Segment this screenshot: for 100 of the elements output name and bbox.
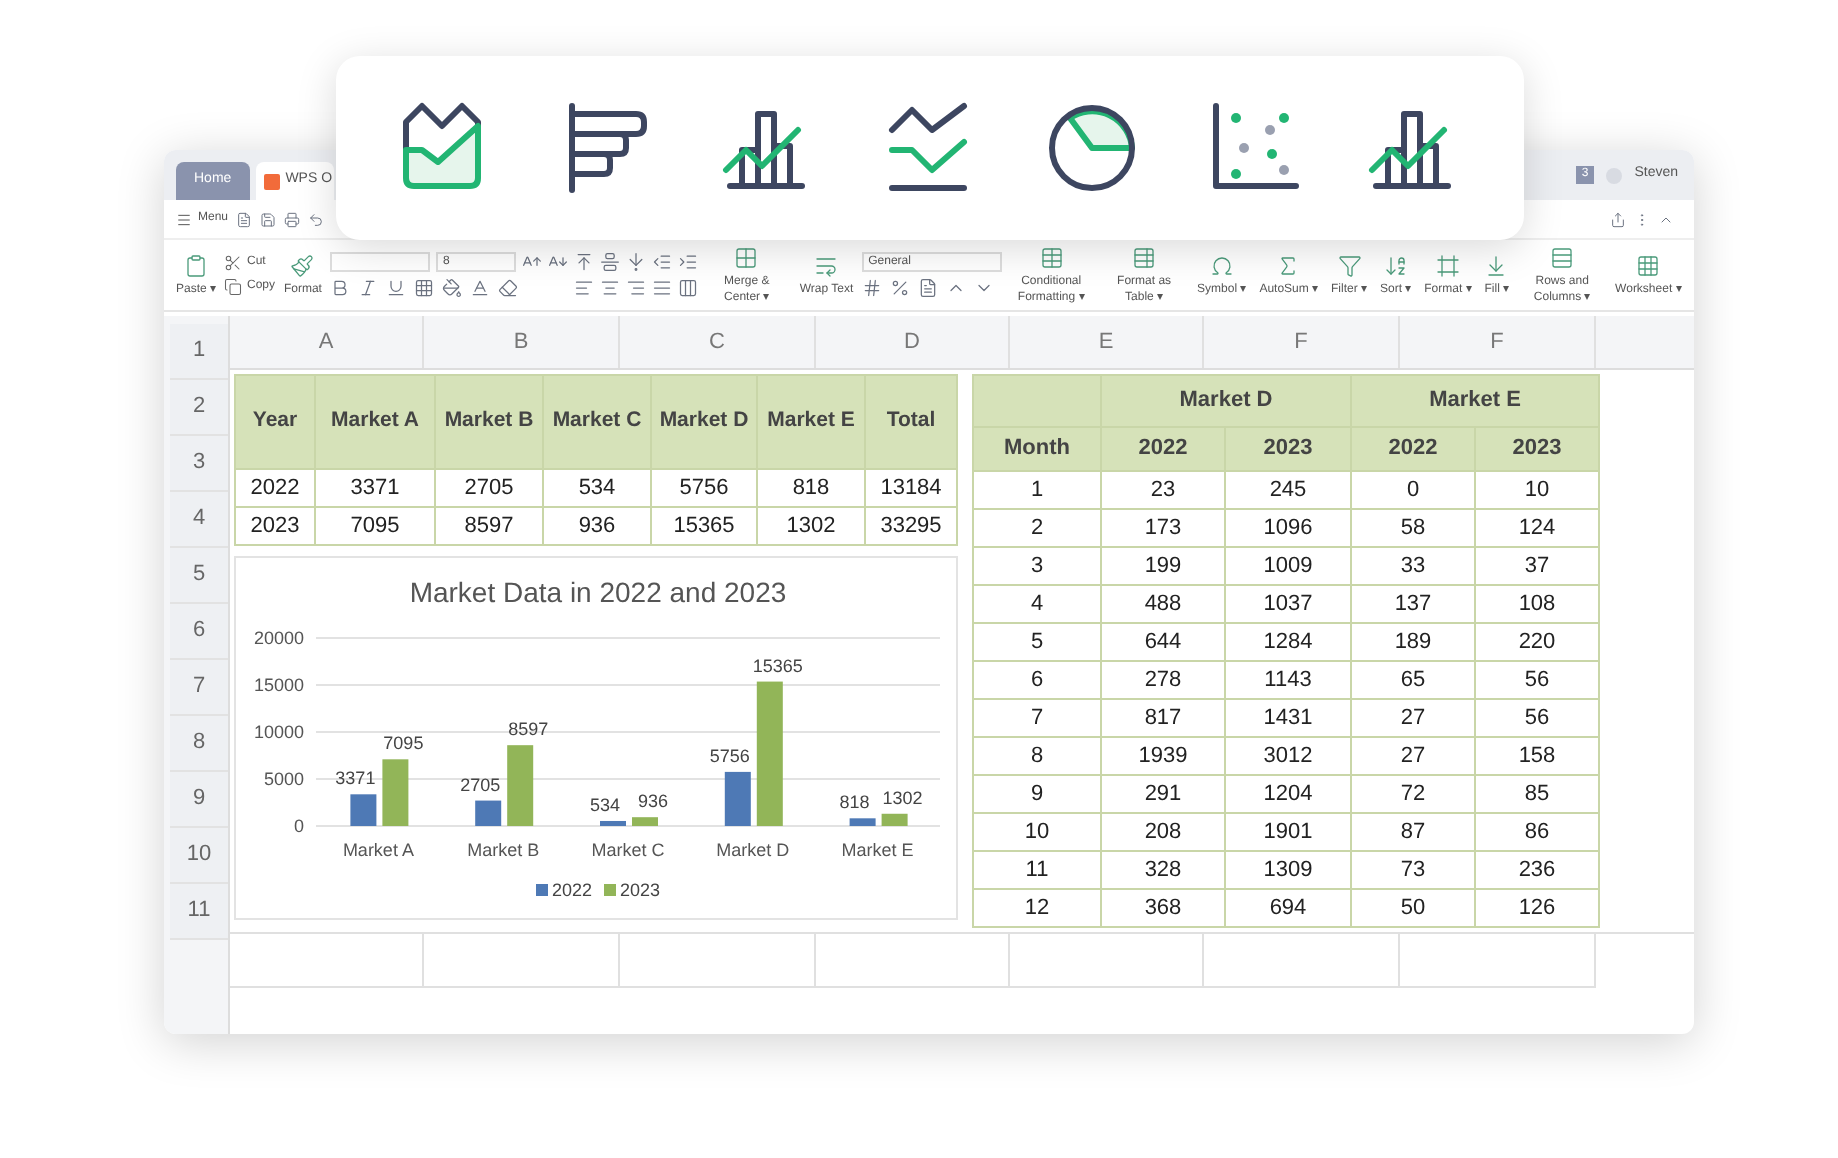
justify-icon[interactable] — [651, 278, 672, 298]
empty-cell[interactable] — [1204, 934, 1400, 988]
row-header[interactable]: 11 — [170, 884, 228, 940]
column-header[interactable]: A — [230, 316, 424, 368]
row-header[interactable]: 9 — [170, 772, 228, 828]
column-header[interactable]: C — [620, 316, 816, 368]
column-header[interactable]: D — [816, 316, 1010, 368]
axis-label: 15000 — [253, 675, 304, 695]
column-header[interactable]: E — [1010, 316, 1204, 368]
bar — [475, 800, 502, 826]
axis-label: 0 — [293, 816, 304, 836]
share-icon[interactable] — [1610, 211, 1626, 227]
data-label: 818 — [839, 792, 870, 813]
axis-label: 10000 — [253, 722, 304, 742]
header-cell: Market D — [1101, 375, 1351, 427]
row-header[interactable]: 2 — [170, 380, 228, 436]
paint-bucket-icon[interactable] — [442, 278, 463, 298]
font-grow-icon[interactable] — [522, 252, 543, 272]
font-shrink-icon[interactable] — [548, 252, 569, 272]
table-cell: 1302 — [757, 507, 865, 545]
empty-cell[interactable] — [1400, 934, 1596, 988]
indent-decrease-icon[interactable] — [651, 252, 672, 272]
clipboard-icon — [184, 253, 208, 277]
category-label: Market B — [467, 840, 540, 860]
empty-cell[interactable] — [620, 934, 816, 988]
empty-cell[interactable] — [424, 934, 620, 988]
percent-icon[interactable] — [890, 278, 911, 298]
align-middle-icon[interactable] — [599, 252, 620, 272]
column-header[interactable]: B — [424, 316, 620, 368]
table-cell: 694 — [1225, 889, 1351, 927]
filter-icon — [1337, 253, 1362, 277]
bar — [724, 771, 751, 826]
print-icon[interactable] — [284, 211, 301, 227]
table-cell: 8597 — [435, 507, 543, 545]
eraser-icon[interactable] — [498, 278, 519, 298]
table-cell: 7095 — [315, 507, 435, 545]
empty-cell[interactable] — [230, 934, 424, 988]
chart-title: Market Data in 2022 and 2023 — [409, 576, 787, 608]
table-cell: 126 — [1475, 889, 1599, 927]
category-label: Market D — [716, 840, 790, 860]
axis-label: 5000 — [263, 769, 304, 789]
bar — [881, 813, 908, 826]
bar — [350, 794, 377, 826]
axis-label: 20000 — [253, 628, 304, 648]
row-header[interactable]: 8 — [170, 716, 228, 772]
align-top-icon[interactable] — [573, 252, 594, 272]
bar — [600, 821, 626, 826]
data-label: 3371 — [335, 768, 376, 789]
table-format-icon — [1132, 245, 1157, 269]
number-icon[interactable] — [862, 278, 883, 298]
category-label: Market C — [591, 840, 665, 860]
align-right-icon[interactable] — [625, 278, 646, 298]
legend-label: 2023 — [620, 880, 661, 900]
sigma-icon — [1276, 253, 1301, 277]
data-label: 7095 — [383, 733, 424, 754]
data-label: 2705 — [460, 774, 501, 795]
underline-icon[interactable] — [386, 278, 407, 298]
bar — [382, 759, 409, 826]
table-cell: 2023 — [235, 507, 315, 545]
new-file-icon[interactable] — [236, 211, 253, 227]
row-header[interactable]: 7 — [170, 660, 228, 716]
font-color-icon[interactable] — [470, 278, 491, 298]
row-header[interactable]: 6 — [170, 604, 228, 660]
table-grid-icon — [1039, 245, 1064, 269]
italic-icon[interactable] — [358, 278, 379, 298]
empty-cell[interactable] — [1010, 934, 1204, 988]
header-cell: Year — [235, 375, 315, 469]
align-center-icon[interactable] — [599, 278, 620, 298]
borders-icon[interactable] — [414, 278, 435, 298]
save-icon[interactable] — [260, 211, 277, 227]
copy-icon — [224, 278, 243, 296]
row-header[interactable]: 1 — [170, 324, 228, 380]
table-cell: 15365 — [651, 507, 757, 545]
bar — [632, 817, 658, 826]
bold-icon[interactable] — [330, 278, 351, 298]
paintbrush-icon — [290, 253, 315, 277]
column-header[interactable]: F — [1400, 316, 1596, 368]
font-name-field[interactable] — [330, 252, 431, 272]
table-cell: 936 — [543, 507, 651, 545]
table-cell: 12 — [973, 889, 1101, 927]
table-cell: 368 — [1101, 889, 1225, 927]
data-label: 534 — [589, 795, 621, 815]
frame-icon — [1435, 253, 1460, 277]
worksheet-grid-icon — [1636, 253, 1661, 277]
scissors-icon — [224, 254, 243, 272]
undo-icon[interactable] — [308, 211, 325, 227]
legend-label: 2022 — [552, 880, 593, 900]
columns-icon[interactable] — [677, 278, 698, 298]
row-header[interactable]: 4 — [170, 492, 228, 548]
align-bottom-icon[interactable] — [625, 252, 646, 272]
align-left-icon[interactable] — [573, 278, 594, 298]
menu-icon — [176, 211, 192, 227]
row-header[interactable]: 5 — [170, 548, 228, 604]
row-header[interactable]: 10 — [170, 828, 228, 884]
table-cell: 50 — [1351, 889, 1475, 927]
row-header[interactable]: 3 — [170, 436, 228, 492]
empty-cell[interactable] — [816, 934, 1010, 988]
document-icon — [263, 173, 280, 189]
indent-increase-icon[interactable] — [677, 252, 698, 272]
column-header[interactable]: F — [1204, 316, 1400, 368]
